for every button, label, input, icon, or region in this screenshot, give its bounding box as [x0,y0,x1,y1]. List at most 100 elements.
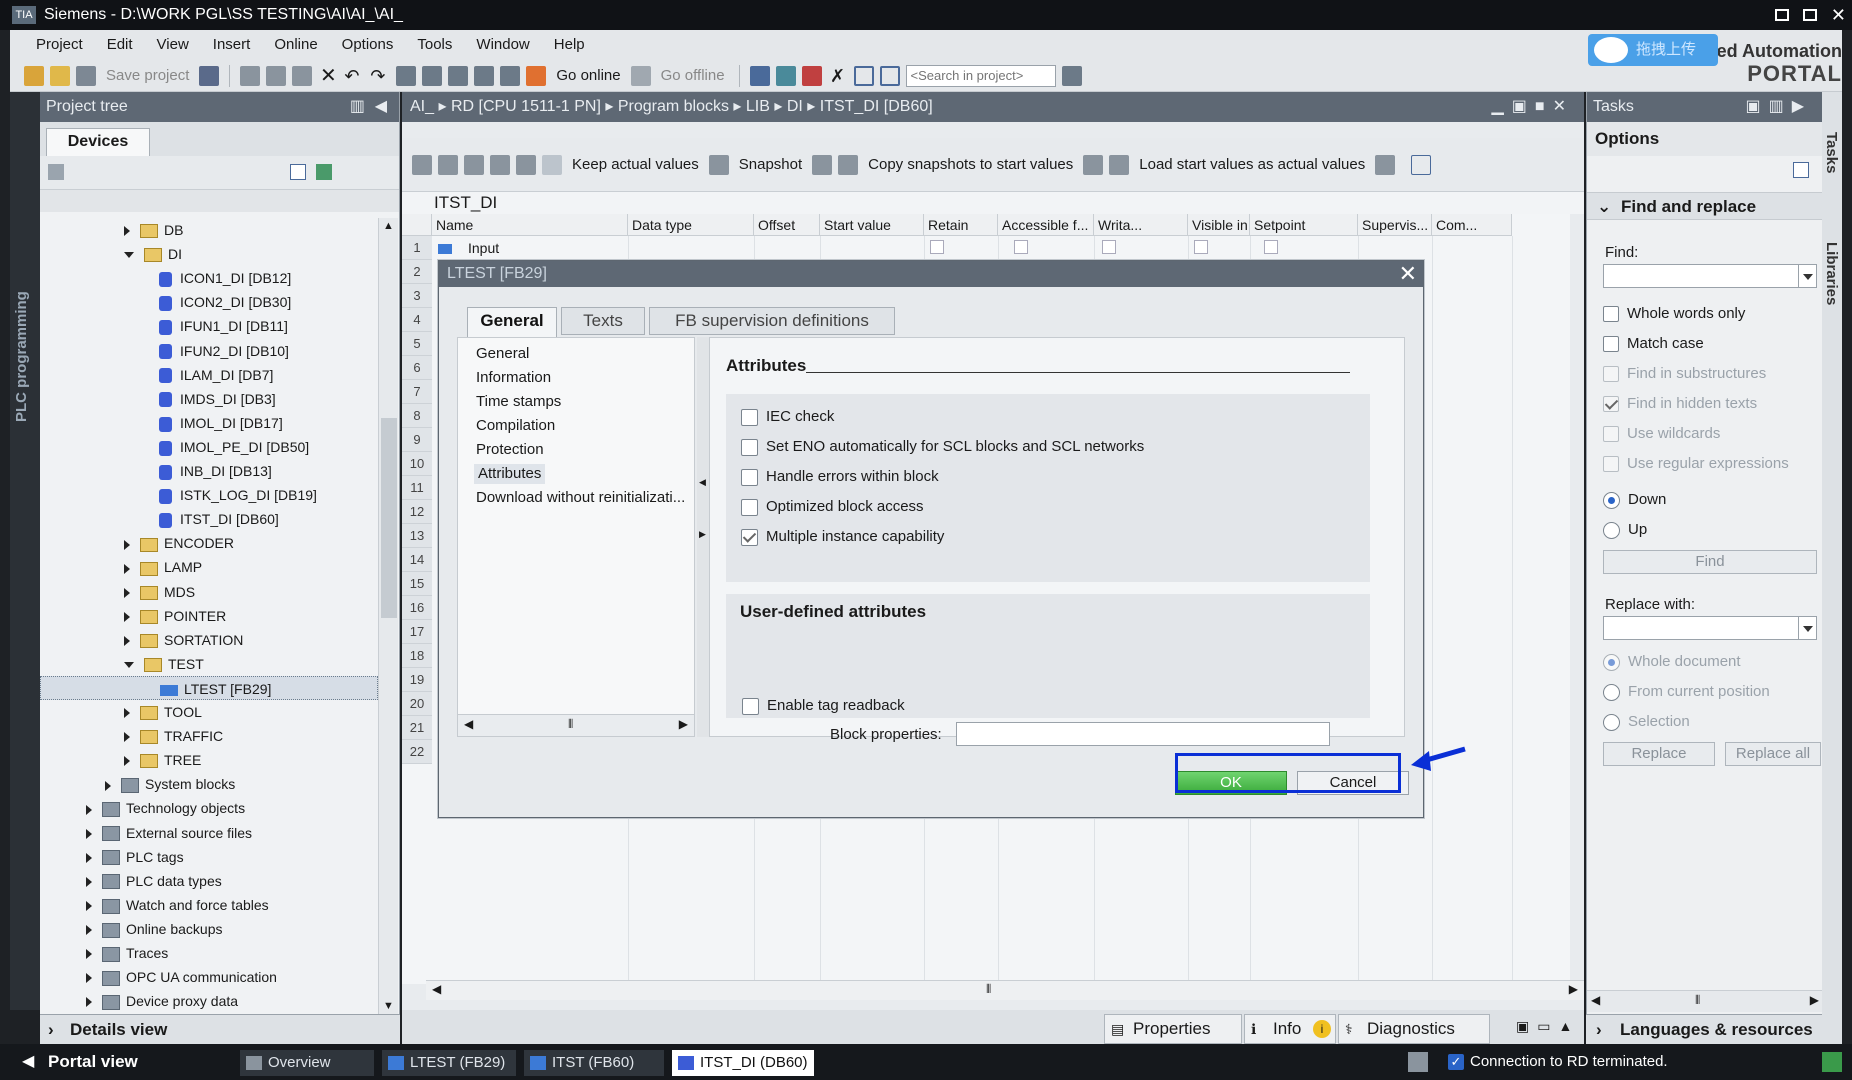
find-option-checkbox[interactable]: Find in substructures [1603,364,1766,384]
row-number[interactable]: 10 [402,452,432,476]
tree-item[interactable]: IFUN2_DI [DB10] [40,339,378,363]
breadcrumb[interactable]: AI_ ▸ RD [CPU 1511-1 PN] ▸ Program block… [410,98,933,115]
search-in-project-input[interactable] [905,64,1056,87]
languages-resources-bar[interactable]: › Languages & resources [1586,1014,1822,1044]
column-header[interactable]: Start value [820,214,924,236]
new-project-icon[interactable] [24,65,44,86]
dialog-close-icon[interactable]: ✕ [1399,262,1417,286]
find-option-checkbox[interactable]: Match case [1603,334,1704,354]
row-number[interactable]: 13 [402,524,432,548]
inspector-window-controls[interactable]: ▣▭▲ [1516,1018,1580,1035]
start-cpu-icon[interactable] [775,65,796,86]
diagnostics-tab[interactable]: ⚕ Diagnostics [1338,1014,1490,1044]
down-radio[interactable]: Down [1603,490,1666,510]
row-checkbox[interactable] [930,240,944,254]
menu-item-online[interactable]: Online [262,30,329,60]
tasks-hscrollbar[interactable]: ◀ ⦀ ▶ [1587,990,1823,1012]
row-checkbox[interactable] [1014,240,1028,254]
collapsed-arrow-icon[interactable] [86,949,92,960]
dialog-nav-item[interactable]: Compilation [476,416,555,436]
row-number[interactable]: 16 [402,596,432,620]
block-properties-input[interactable] [956,722,1330,746]
tree-item[interactable]: TREE [40,748,378,772]
paste-icon[interactable] [292,65,313,86]
dialog-splitter[interactable]: ◀ ▶ [697,337,709,737]
find-option-checkbox[interactable]: Use regular expressions [1603,454,1789,474]
tree-item[interactable]: Watch and force tables [40,893,378,917]
upload-overlay-button[interactable]: 拖拽上传 [1588,34,1718,66]
attr-checkbox[interactable]: Handle errors within block [741,467,939,487]
tab-texts[interactable]: Texts [561,307,645,335]
dialog-nav-item[interactable]: Download without reinitializati... [476,488,685,508]
stop-icon[interactable] [500,65,521,86]
expanded-arrow-icon[interactable] [124,252,134,259]
input-section-icon[interactable] [438,244,452,255]
tree-item[interactable]: PLC data types [40,869,378,893]
go-online-button[interactable]: Go online [556,67,620,84]
replace-option-radio[interactable]: Selection [1603,712,1690,732]
row-number[interactable]: 9 [402,428,432,452]
tree-item[interactable]: ILAM_DI [DB7] [40,363,378,387]
tasks-side-tab[interactable]: Tasks [1823,132,1840,173]
status-network-icon[interactable] [1822,1052,1842,1072]
find-option-checkbox[interactable]: Whole words only [1603,304,1745,324]
properties-tab[interactable]: ▤ Properties [1104,1014,1242,1044]
dialog-nav-item[interactable]: Protection [476,440,544,460]
editor-hscrollbar[interactable]: ◀ ⦀ ▶ [426,980,1584,1000]
collapse-left-icon[interactable]: ◀ [375,92,387,122]
tree-item[interactable]: Technology objects [40,796,378,820]
collapsed-arrow-icon[interactable] [86,852,92,863]
split-vertical-icon[interactable] [879,65,900,86]
compile-icon[interactable] [396,65,417,86]
go-online-icon[interactable] [526,65,547,86]
undo-icon[interactable]: ↶ [344,66,364,86]
tree-item[interactable]: OPC UA communication [40,965,378,989]
tree-item[interactable]: Online backups [40,917,378,941]
collapsed-arrow-icon[interactable] [86,901,92,912]
tree-item[interactable]: INB_DI [DB13] [40,459,378,483]
tree-item[interactable]: TOOL [40,700,378,724]
replace-dropdown-icon[interactable] [1798,617,1816,639]
menu-item-view[interactable]: View [145,30,201,60]
collapsed-arrow-icon[interactable] [124,756,130,767]
tree-item[interactable]: DI [40,242,378,266]
row-number[interactable]: 4 [402,308,432,332]
redo-icon[interactable]: ↷ [370,66,390,86]
tree-refresh-icon[interactable] [316,164,332,180]
editor-tab[interactable]: ITST (FB60) [524,1050,664,1076]
tree-item[interactable]: External source files [40,821,378,845]
tree-item[interactable]: Device proxy data [40,989,378,1013]
find-option-checkbox[interactable]: Use wildcards [1603,424,1720,444]
collapsed-arrow-icon[interactable] [124,611,130,622]
minimize-icon[interactable] [1774,9,1789,21]
collapsed-arrow-icon[interactable] [86,804,92,815]
snapshot-button[interactable]: Snapshot [739,156,802,173]
tree-item[interactable]: SORTATION [40,628,378,652]
checkbox-box[interactable] [741,408,758,426]
keep-actual-values-button[interactable]: Keep actual values [572,156,699,173]
details-view-bar[interactable]: › Details view [40,1014,400,1044]
collapsed-arrow-icon[interactable] [124,587,130,598]
radio-circle[interactable] [1603,713,1620,731]
row-checkbox[interactable] [1194,240,1208,254]
tree-item[interactable]: ICON1_DI [DB12] [40,266,378,290]
tree-item[interactable]: IMOL_PE_DI [DB50] [40,435,378,459]
editor-tab[interactable]: ITST_DI (DB60) [672,1050,814,1076]
expand-icon[interactable] [464,154,484,175]
row-number[interactable]: 21 [402,716,432,740]
row-number[interactable]: 7 [402,380,432,404]
tree-item[interactable]: TRAFFIC [40,724,378,748]
collapsed-arrow-icon[interactable] [124,708,130,719]
restore-icon[interactable] [1802,9,1817,21]
print-icon[interactable] [199,65,220,86]
save-icon[interactable] [76,65,96,86]
delete-icon[interactable]: ✕ [318,66,338,86]
attr-checkbox[interactable]: Set ENO automatically for SCL blocks and… [741,437,1144,457]
column-header[interactable]: Writa... [1094,214,1188,236]
attr-checkbox[interactable]: IEC check [741,407,834,427]
collapsed-arrow-icon[interactable] [86,925,92,936]
simulation-icon[interactable] [474,65,495,86]
row-number[interactable]: 11 [402,476,432,500]
splitter-left-icon[interactable]: ◀ [699,477,706,488]
tree-item[interactable]: Traces [40,941,378,965]
